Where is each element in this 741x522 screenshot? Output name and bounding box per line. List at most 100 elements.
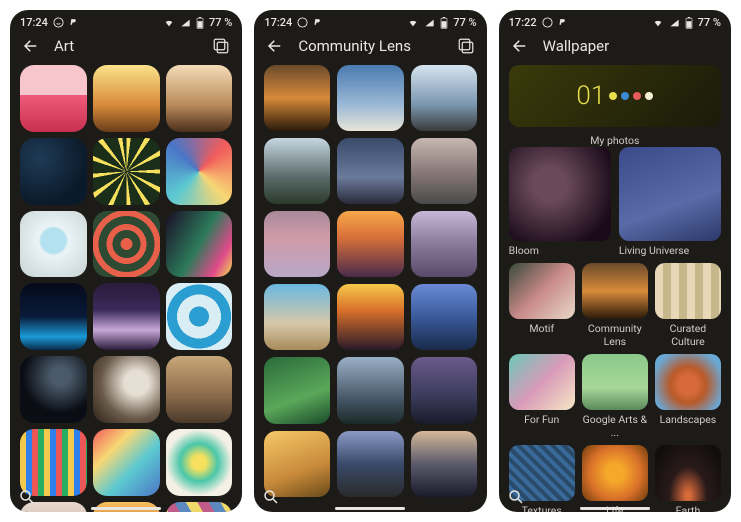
nav-handle[interactable] bbox=[580, 507, 650, 510]
category-my-photos[interactable]: 01 bbox=[509, 65, 721, 127]
wallpaper-thumb[interactable] bbox=[337, 284, 403, 350]
header: Art bbox=[10, 31, 242, 65]
category-earth[interactable] bbox=[655, 445, 721, 501]
status-bar: 17:22 77 % bbox=[499, 10, 731, 31]
wallpaper-thumb[interactable] bbox=[411, 211, 477, 277]
collage-icon[interactable] bbox=[212, 37, 230, 55]
wallpaper-thumb[interactable] bbox=[20, 65, 87, 132]
category-life[interactable] bbox=[582, 445, 648, 501]
battery-icon bbox=[685, 17, 693, 29]
clock: 17:22 bbox=[509, 16, 537, 29]
status-bar: 17:24 77 % bbox=[10, 10, 242, 31]
back-icon[interactable] bbox=[511, 37, 529, 55]
whatsapp-icon bbox=[53, 17, 64, 28]
category-label: Earth bbox=[655, 504, 721, 512]
wallpaper-thumb[interactable] bbox=[166, 429, 233, 496]
wallpaper-thumb[interactable] bbox=[337, 211, 403, 277]
category-label: Motif bbox=[509, 322, 575, 335]
wallpaper-thumb[interactable] bbox=[411, 431, 477, 497]
category-google-arts[interactable] bbox=[582, 354, 648, 410]
wallpaper-thumb[interactable] bbox=[337, 431, 403, 497]
nav-handle[interactable] bbox=[335, 507, 405, 510]
category-label: For Fun bbox=[509, 413, 575, 426]
signal-icon bbox=[424, 18, 435, 28]
wallpaper-thumb[interactable] bbox=[264, 284, 330, 350]
wallpaper-thumb[interactable] bbox=[166, 356, 233, 423]
category-motif[interactable] bbox=[509, 263, 575, 319]
wifi-icon bbox=[407, 18, 419, 28]
header: Community Lens bbox=[254, 31, 486, 65]
wallpaper-thumb[interactable] bbox=[337, 138, 403, 204]
magnify-icon[interactable] bbox=[262, 488, 280, 506]
paypal-icon bbox=[558, 17, 567, 28]
screen-wallpaper: 17:22 77 % Wallpaper 01 My photos bbox=[499, 10, 731, 512]
wallpaper-thumb[interactable] bbox=[264, 431, 330, 497]
wallpaper-thumb[interactable] bbox=[93, 65, 160, 132]
battery-pct: 77 % bbox=[698, 16, 721, 29]
battery-pct: 77 % bbox=[209, 16, 232, 29]
back-icon[interactable] bbox=[266, 37, 284, 55]
wifi-icon bbox=[652, 18, 664, 28]
wallpaper-thumb[interactable] bbox=[20, 211, 87, 278]
category-living-universe[interactable] bbox=[619, 147, 721, 241]
page-title: Wallpaper bbox=[543, 37, 610, 55]
category-community-lens[interactable] bbox=[582, 263, 648, 319]
magnify-icon[interactable] bbox=[18, 488, 36, 506]
category-landscapes[interactable] bbox=[655, 354, 721, 410]
battery-icon bbox=[196, 17, 204, 29]
wallpaper-thumb[interactable] bbox=[93, 211, 160, 278]
screen-art: 17:24 77 % Art bbox=[10, 10, 242, 512]
wallpaper-thumb[interactable] bbox=[411, 65, 477, 131]
wallpaper-thumb[interactable] bbox=[166, 65, 233, 132]
category-label: My photos bbox=[499, 134, 731, 147]
collage-icon[interactable] bbox=[457, 37, 475, 55]
signal-icon bbox=[180, 18, 191, 28]
category-label: Living Universe bbox=[619, 244, 721, 257]
category-label: Landscapes bbox=[655, 413, 721, 426]
wallpaper-thumb[interactable] bbox=[411, 284, 477, 350]
wallpaper-thumb[interactable] bbox=[93, 283, 160, 350]
category-curated-culture[interactable] bbox=[655, 263, 721, 319]
clock: 17:24 bbox=[264, 16, 292, 29]
wallpaper-thumb[interactable] bbox=[166, 283, 233, 350]
category-label: Community Lens bbox=[582, 322, 648, 348]
page-title: Community Lens bbox=[298, 37, 411, 55]
wallpaper-thumb[interactable] bbox=[411, 138, 477, 204]
wallpaper-thumb[interactable] bbox=[20, 138, 87, 205]
wallpaper-thumb[interactable] bbox=[20, 429, 87, 496]
category-label: Curated Culture bbox=[655, 322, 721, 348]
wallpaper-thumb[interactable] bbox=[93, 138, 160, 205]
thumbnail-grid bbox=[254, 65, 486, 512]
wallpaper-thumb[interactable] bbox=[93, 356, 160, 423]
header: Wallpaper bbox=[499, 31, 731, 65]
wallpaper-thumb[interactable] bbox=[337, 357, 403, 423]
wallpaper-thumb[interactable] bbox=[20, 283, 87, 350]
wallpaper-thumb[interactable] bbox=[166, 502, 233, 512]
wallpaper-thumb[interactable] bbox=[337, 65, 403, 131]
wallpaper-thumb[interactable] bbox=[264, 138, 330, 204]
clock: 17:24 bbox=[20, 16, 48, 29]
wallpaper-thumb[interactable] bbox=[166, 211, 233, 278]
category-bloom[interactable] bbox=[509, 147, 611, 241]
wallpaper-thumb[interactable] bbox=[411, 357, 477, 423]
whatsapp-icon bbox=[542, 17, 553, 28]
wallpaper-thumb[interactable] bbox=[264, 357, 330, 423]
page-title: Art bbox=[54, 37, 74, 55]
wifi-icon bbox=[163, 18, 175, 28]
signal-icon bbox=[669, 18, 680, 28]
wallpaper-thumb[interactable] bbox=[166, 138, 233, 205]
battery-icon bbox=[440, 17, 448, 29]
wallpaper-thumb[interactable] bbox=[264, 211, 330, 277]
screen-community: 17:24 77 % Community Lens bbox=[254, 10, 486, 512]
nav-handle[interactable] bbox=[91, 507, 161, 510]
back-icon[interactable] bbox=[22, 37, 40, 55]
paypal-icon bbox=[313, 17, 322, 28]
wallpaper-thumb[interactable] bbox=[93, 429, 160, 496]
thumbnail-grid bbox=[10, 65, 242, 512]
wallpaper-thumb[interactable] bbox=[264, 65, 330, 131]
battery-pct: 77 % bbox=[453, 16, 476, 29]
wallpaper-thumb[interactable] bbox=[20, 356, 87, 423]
category-for-fun[interactable] bbox=[509, 354, 575, 410]
paypal-icon bbox=[69, 17, 78, 28]
magnify-icon[interactable] bbox=[507, 488, 525, 506]
